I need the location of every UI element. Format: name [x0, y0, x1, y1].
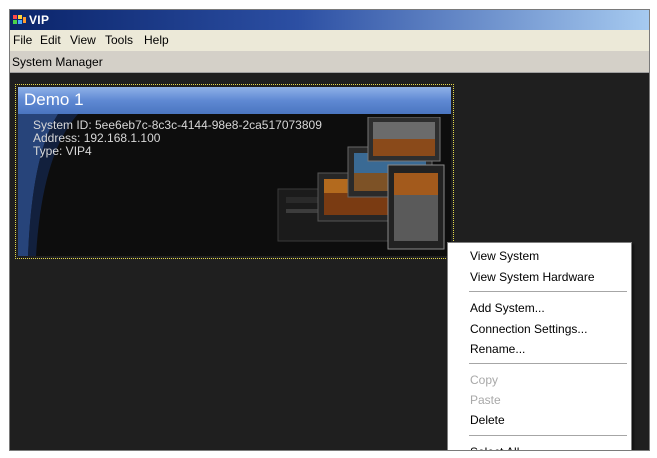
rename-label: Rename...	[470, 342, 526, 356]
view-system-label: View System	[470, 249, 540, 263]
app-logo-icon	[13, 15, 26, 24]
system-card-body[interactable]: Demo 1 System ID: 5ee6eb7c-8c3c-4144-98e…	[18, 87, 451, 256]
copy-label: Copy	[470, 373, 499, 387]
title-bar[interactable]: VIP	[10, 10, 649, 30]
touchpanel-devices-image	[277, 117, 445, 250]
paste-label: Paste	[470, 393, 501, 407]
system-name: Demo 1	[24, 90, 84, 109]
connection-settings-label: Connection Settings...	[470, 322, 588, 336]
window-title: VIP	[29, 13, 50, 27]
menu-file[interactable]: File	[13, 33, 32, 48]
menu-separator	[469, 291, 627, 292]
system-card[interactable]: Demo 1 System ID: 5ee6eb7c-8c3c-4144-98e…	[15, 84, 454, 259]
view-system-hardware-label: View System Hardware	[470, 270, 595, 284]
menu-separator	[469, 435, 627, 436]
system-manager-header: System Manager	[10, 52, 649, 73]
menu-tools[interactable]: Tools	[105, 33, 133, 48]
menu-help[interactable]: Help	[144, 33, 169, 48]
menu-separator	[469, 363, 627, 364]
menu-edit[interactable]: Edit	[40, 33, 61, 48]
menu-item-copy: Copy	[449, 370, 630, 390]
app-window: VIP File Edit View Tools Help System Man…	[9, 9, 650, 451]
menu-item-delete[interactable]: Delete	[449, 410, 630, 430]
context-menu: View System View System Hardware Add Sys…	[447, 242, 632, 450]
delete-label: Delete	[470, 413, 505, 427]
menu-item-select-all[interactable]: Select All	[449, 442, 630, 450]
system-card-header: Demo 1	[18, 87, 451, 114]
menu-item-rename[interactable]: Rename...	[449, 339, 630, 359]
menu-bar: File Edit View Tools Help	[10, 30, 649, 52]
select-all-label: Select All	[470, 442, 519, 450]
menu-item-paste: Paste	[449, 390, 630, 410]
add-system-label: Add System...	[470, 301, 545, 315]
menu-view[interactable]: View	[70, 33, 96, 48]
menu-item-view-system-hardware[interactable]: View System Hardware	[449, 267, 630, 287]
menu-item-connection-settings[interactable]: Connection Settings...	[449, 319, 630, 339]
menu-item-add-system[interactable]: Add System...	[449, 298, 630, 318]
panel-title: System Manager	[12, 55, 103, 69]
menu-item-view-system[interactable]: View System	[449, 246, 630, 266]
